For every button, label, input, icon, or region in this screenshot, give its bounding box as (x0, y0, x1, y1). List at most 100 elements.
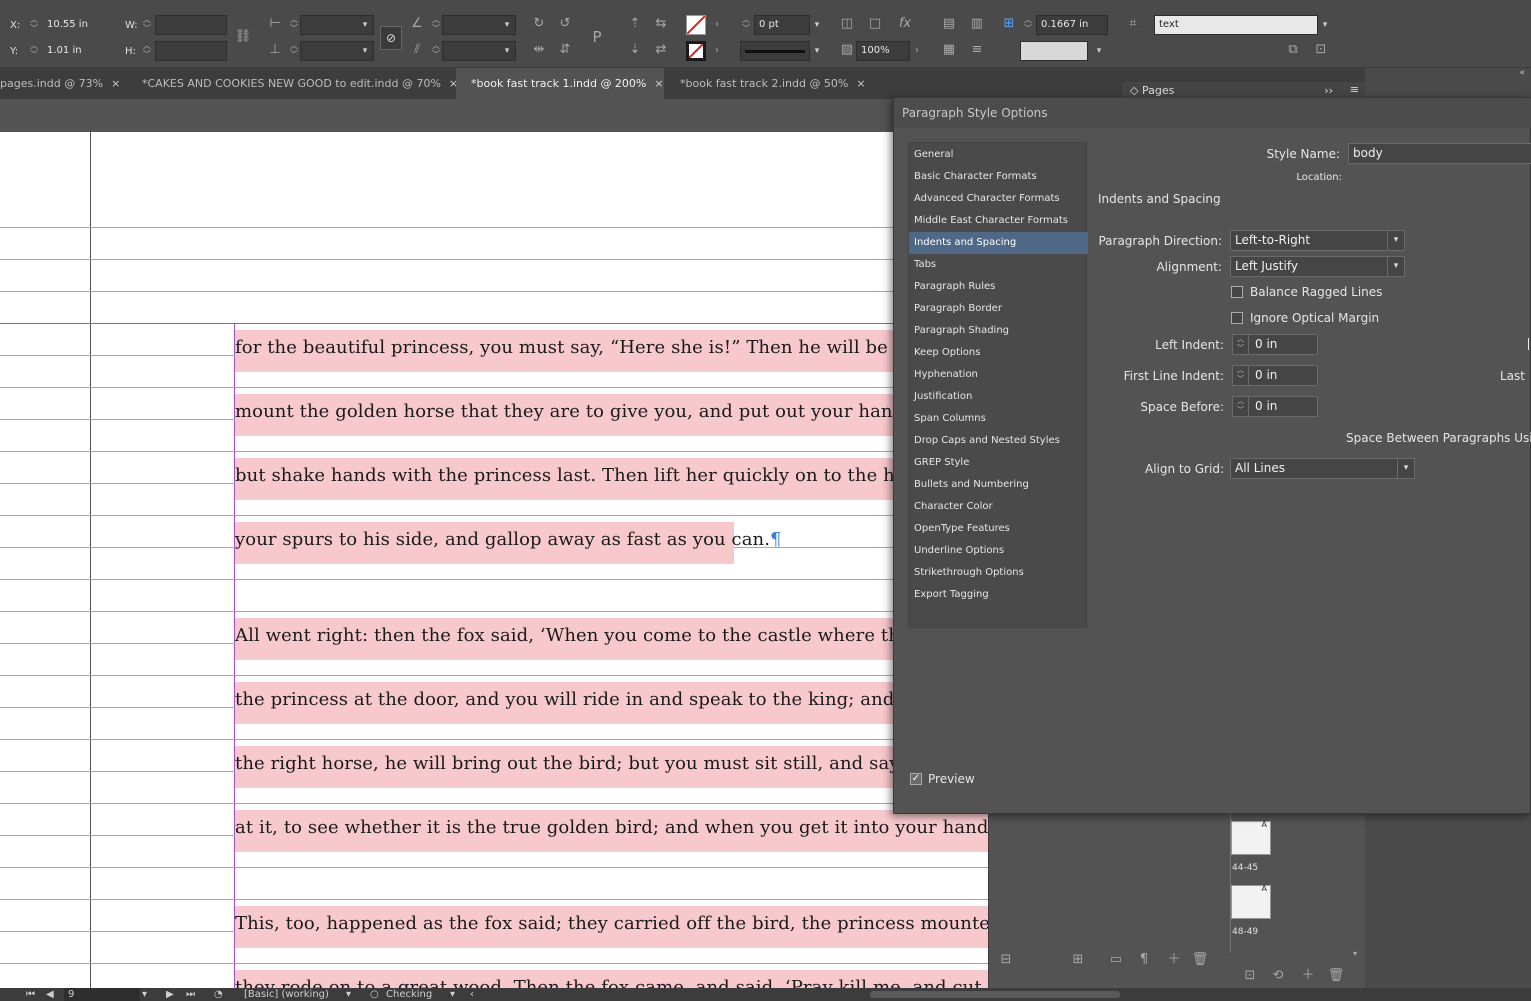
scroll-left-icon[interactable]: ‹ (470, 988, 474, 1001)
new-page-folder-icon[interactable]: ⊞ (1069, 951, 1087, 969)
clear-overrides-icon[interactable]: ⧉ (1284, 41, 1302, 59)
text-line[interactable]: This, too, happened as the fox said; the… (235, 913, 1000, 934)
close-tab-icon[interactable]: × (654, 77, 663, 90)
last-page-icon[interactable]: ⏭ (186, 988, 195, 1001)
rotate-angle-icon[interactable]: ∠ (408, 15, 426, 33)
stroke-weight-stepper[interactable]: ︿ ﹀ (740, 15, 752, 35)
x-field[interactable]: 10.55 in (42, 15, 110, 35)
delete-page-icon[interactable]: 🗑 (1191, 951, 1209, 969)
tab-pages[interactable]: pages.indd @ 73% × (0, 68, 126, 99)
x-stepper[interactable]: ︿ ﹀ (28, 15, 40, 35)
text-line[interactable]: they rode on to a great wood. Then the f… (235, 977, 1000, 988)
category-item[interactable]: OpenType Features (909, 518, 1088, 540)
auto-fit-icon[interactable]: ⊞ (1000, 15, 1018, 33)
first-page-icon[interactable]: ⏮ (26, 988, 35, 1001)
text-line[interactable]: but shake hands with the princess last. … (235, 465, 935, 486)
dialog-title[interactable]: Paragraph Style Options (894, 98, 1531, 128)
text-line[interactable]: All went right: then the fox said, ‘When… (235, 625, 954, 646)
select-previous-icon[interactable]: ⇆ (652, 15, 670, 33)
category-item[interactable]: Paragraph Shading (909, 320, 1088, 342)
rotate-spread-icon[interactable]: ⟲ (1269, 967, 1287, 985)
preflight-dropdown-icon[interactable]: ▾ (450, 988, 455, 1001)
close-tab-icon[interactable]: × (111, 77, 120, 90)
reference-point-icon[interactable]: P (588, 28, 606, 46)
select-next-icon[interactable]: ⇄ (652, 41, 670, 59)
stroke-type-field[interactable] (740, 41, 810, 61)
text-line[interactable]: mount the golden horse that they are to … (235, 401, 941, 422)
text-columns-icon[interactable]: ▤ (940, 15, 958, 33)
text-line[interactable]: at it, to see whether it is the true gol… (235, 817, 1000, 838)
edit-page-size-icon[interactable]: ⊡ (1241, 967, 1259, 985)
align-center-vertical-icon[interactable]: ≡ (968, 41, 986, 59)
stroke-weight-field[interactable]: 0 pt (754, 15, 810, 35)
panel-expand-icon[interactable]: ›› (1324, 84, 1333, 97)
y-stepper[interactable]: ︿ ﹀ (28, 41, 40, 61)
scale-y-stepper[interactable]: ︿ ﹀ (288, 41, 300, 61)
shear-stepper[interactable]: ︿ ﹀ (430, 41, 442, 61)
category-item-selected[interactable]: Indents and Spacing (909, 232, 1088, 254)
category-item[interactable]: Advanced Character Formats (909, 188, 1088, 210)
rotate-stepper[interactable]: ︿ ﹀ (430, 15, 442, 35)
object-style-field[interactable]: text (1154, 15, 1318, 35)
h-field[interactable] (155, 41, 227, 61)
category-item[interactable]: Character Color (909, 496, 1088, 518)
alignment-select[interactable]: Left Justify ▾ (1230, 256, 1405, 277)
previous-page-icon[interactable]: ◀ (46, 988, 54, 1001)
page-size-icon[interactable]: ⊟ (997, 951, 1015, 969)
paragraph-icon[interactable]: ¶ (1135, 951, 1153, 969)
fill-menu-chevron-icon[interactable]: › (708, 16, 726, 34)
shear-angle-icon[interactable]: ⫽ (408, 41, 426, 59)
page-thumbnail-48-49[interactable]: A (1231, 884, 1271, 919)
preflight-status-label[interactable]: Checking (386, 988, 432, 1001)
folder-icon[interactable]: ▭ (1107, 951, 1125, 969)
gutter-stepper[interactable]: ︿ ﹀ (1022, 15, 1034, 35)
left-indent-input[interactable]: ︿ ﹀ 0 in (1232, 334, 1318, 355)
scale-x-stepper[interactable]: ︿ ﹀ (288, 15, 300, 35)
fill-swatch[interactable] (686, 15, 706, 35)
fx-icon[interactable]: fx (896, 15, 914, 33)
next-page-icon[interactable]: ▶ (166, 988, 174, 1001)
balance-ragged-lines-checkbox[interactable] (1231, 286, 1243, 298)
rotate-cw-icon[interactable]: ↻ (530, 15, 548, 33)
category-item[interactable]: Underline Options (909, 540, 1088, 562)
break-link-icon[interactable]: ⊡ (1312, 41, 1330, 59)
stroke-weight-dropdown-icon[interactable]: ▾ (810, 15, 824, 35)
align-to-grid-select[interactable]: All Lines ▾ (1230, 458, 1415, 479)
trash-icon[interactable]: 🗑 (1327, 967, 1345, 985)
frame-icon[interactable]: □ (866, 15, 884, 33)
tab-book-fast-track-2[interactable]: *book fast track 2.indd @ 50% × (664, 68, 866, 99)
align-bottom-frame-icon[interactable]: ⊥ (266, 41, 284, 59)
flip-horizontal-icon[interactable]: ⇹ (530, 41, 548, 59)
ignore-optical-margin-checkbox[interactable] (1231, 312, 1243, 324)
gutter-field[interactable]: 0.1667 in (1036, 15, 1108, 35)
align-left-frame-icon[interactable]: ⊢ (266, 15, 284, 33)
stroke-swatch[interactable] (686, 41, 706, 61)
scroll-down-icon[interactable]: ▾ (1353, 949, 1357, 958)
first-line-indent-stepper[interactable]: ︿ ﹀ (1233, 366, 1249, 385)
category-item[interactable]: Middle East Character Formats (909, 210, 1088, 232)
shear-dropdown-icon[interactable]: ▾ (500, 41, 514, 61)
page-number-field[interactable]: 9 (64, 988, 140, 1001)
category-item[interactable]: Hyphenation (909, 364, 1088, 386)
paragraph-direction-select[interactable]: Left-to-Right ▾ (1230, 230, 1405, 251)
scale-y-dropdown-icon[interactable]: ▾ (358, 41, 372, 61)
flip-vertical-icon[interactable]: ⇵ (556, 41, 574, 59)
space-before-stepper[interactable]: ︿ ﹀ (1233, 397, 1249, 416)
category-item[interactable]: General (909, 144, 1088, 166)
text-line[interactable]: for the beautiful princess, you must say… (235, 337, 956, 358)
w-stepper[interactable]: ︿ ﹀ (141, 15, 153, 35)
page-dropdown-icon[interactable]: ▾ (142, 988, 147, 1001)
category-item[interactable]: Basic Character Formats (909, 166, 1088, 188)
category-item[interactable]: Strikethrough Options (909, 562, 1088, 584)
paragraph-style-swatch[interactable] (1020, 41, 1088, 61)
category-item[interactable]: Keep Options (909, 342, 1088, 364)
page-thumbnail-44-45[interactable]: A (1231, 820, 1271, 855)
style-name-input[interactable]: body (1348, 143, 1531, 164)
left-indent-stepper[interactable]: ︿ ﹀ (1233, 335, 1249, 354)
drop-shadow-icon[interactable]: ◫ (838, 15, 856, 33)
category-item[interactable]: Span Columns (909, 408, 1088, 430)
text-line[interactable]: the right horse, he will bring out the b… (235, 753, 943, 774)
paragraph-style-dropdown-icon[interactable]: ▾ (1092, 41, 1106, 61)
w-field[interactable] (155, 15, 227, 35)
pages-panel-tab[interactable]: ◇ Pages ›› ≡ (1122, 82, 1365, 98)
